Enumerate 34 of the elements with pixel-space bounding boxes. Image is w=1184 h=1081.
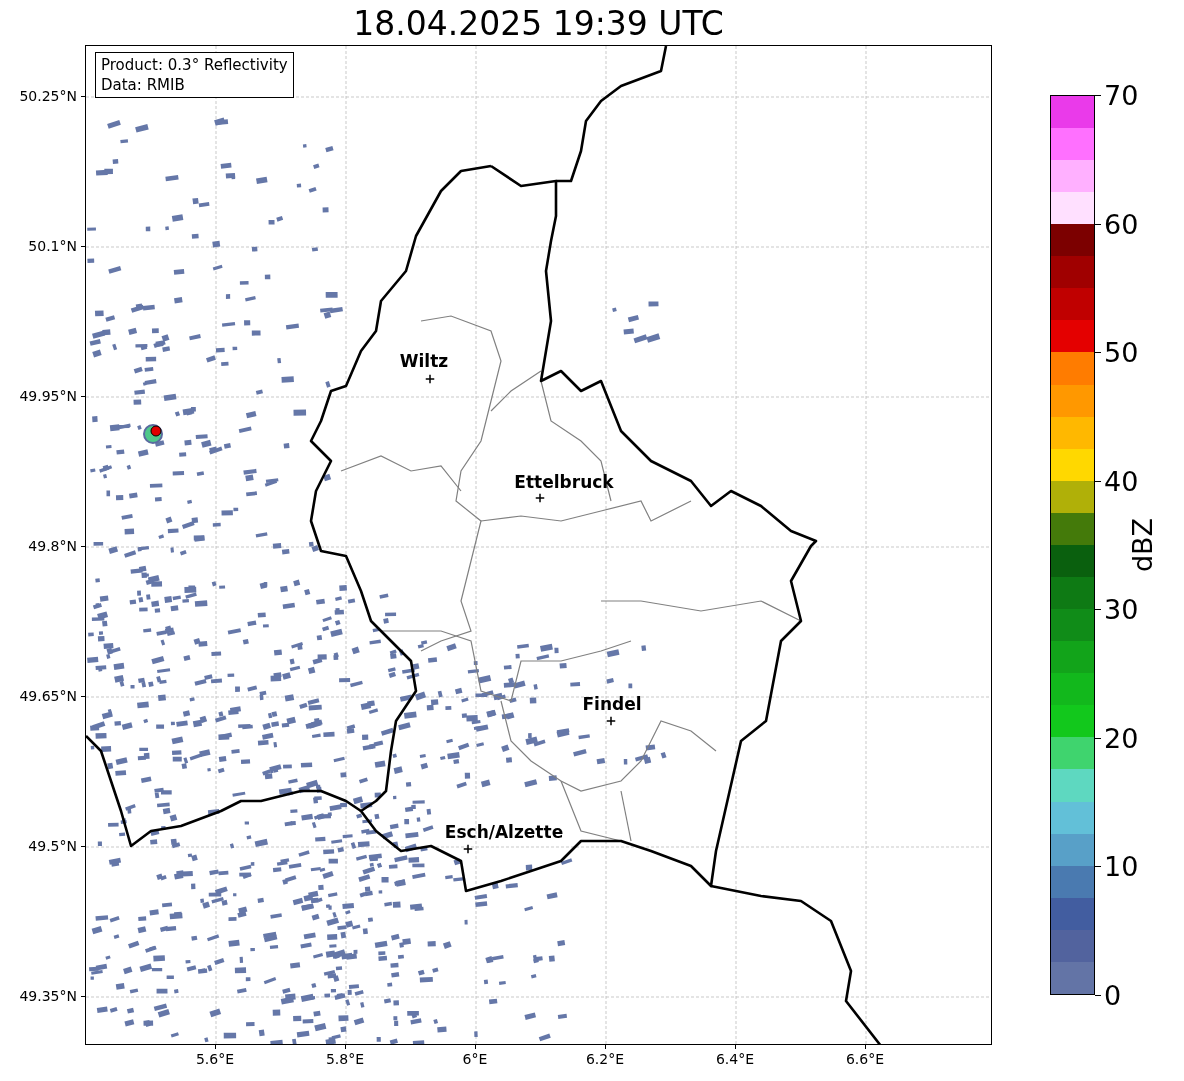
- latitude-label: 50.25°N: [19, 88, 77, 104]
- city-label: Wiltz: [399, 351, 449, 371]
- city-marker-icon: [606, 716, 616, 726]
- colorbar-tick-label: 10: [1104, 850, 1139, 882]
- radar-site-icon: [143, 424, 163, 444]
- chart-title: 18.04.2025 19:39 UTC: [352, 3, 725, 45]
- longitude-label: 6.4°E: [715, 1051, 755, 1067]
- latitude-label: 50.1°N: [28, 238, 77, 254]
- longitude-label: 5.6°E: [195, 1051, 235, 1067]
- latitude-label: 49.35°N: [19, 988, 77, 1004]
- colorbar-tick-label: 40: [1104, 465, 1139, 497]
- latitude-label: 49.5°N: [28, 838, 77, 854]
- latitude-label: 49.8°N: [28, 538, 77, 554]
- colorbar-tick-label: 0: [1104, 979, 1122, 1011]
- longitude-label: 6.2°E: [585, 1051, 625, 1067]
- city-label: Ettelbruck: [514, 472, 614, 492]
- latitude-label: 49.95°N: [19, 388, 77, 404]
- latitude-label: 49.65°N: [19, 688, 77, 704]
- city-label: Findel: [582, 694, 642, 714]
- colorbar-tick-label: 70: [1104, 79, 1139, 111]
- colorbar-tick-label: 30: [1104, 593, 1139, 625]
- city-marker-icon: [535, 493, 545, 503]
- colorbar-tick-label: 60: [1104, 208, 1139, 240]
- city-marker-icon: [463, 844, 473, 854]
- city-label: Esch/Alzette: [444, 822, 564, 842]
- longitude-label: 6.6°E: [845, 1051, 885, 1067]
- city-marker-icon: [425, 374, 435, 384]
- colorbar-tick-label: 20: [1104, 722, 1139, 754]
- info-text: Product: 0.3° Reflectivity: [101, 55, 288, 75]
- info-text: Data: RMIB: [101, 75, 186, 95]
- longitude-label: 5.8°E: [325, 1051, 365, 1067]
- colorbar-tick-label: 50: [1104, 336, 1139, 368]
- colorbar-label: dBZ: [1126, 517, 1158, 573]
- longitude-label: 6°E: [462, 1051, 488, 1067]
